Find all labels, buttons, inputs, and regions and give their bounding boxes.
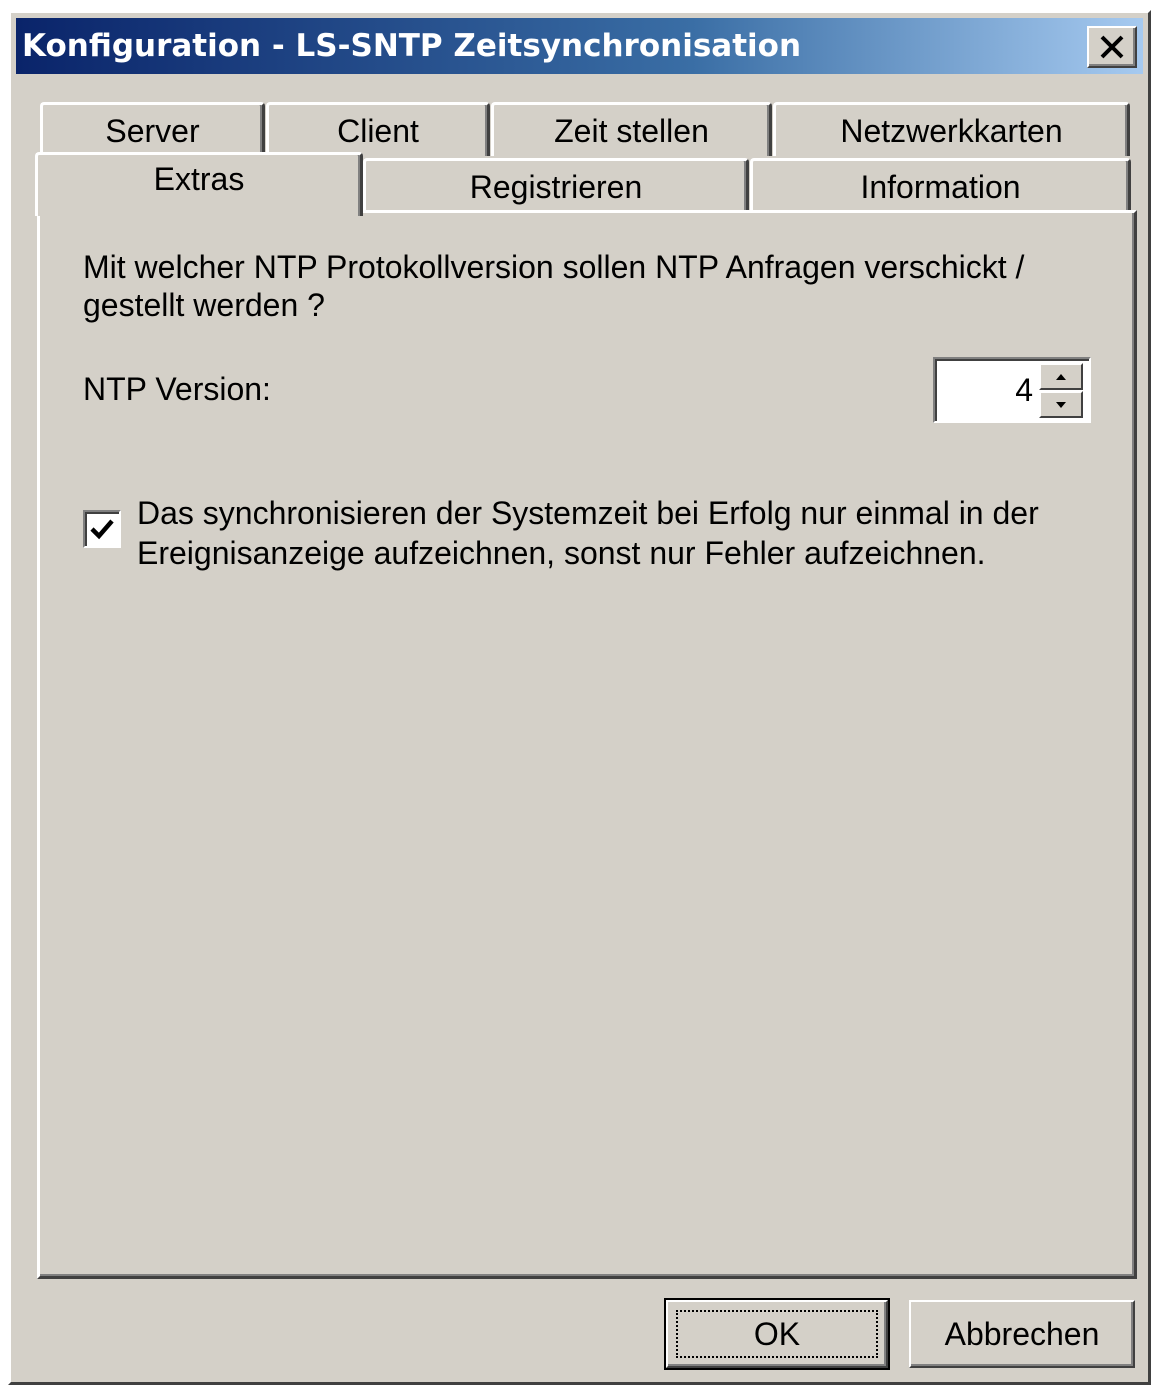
title-bar[interactable]: Konfiguration - LS-SNTP Zeitsynchronisat… bbox=[16, 18, 1143, 74]
close-button[interactable] bbox=[1087, 26, 1137, 68]
ntp-version-label: NTP Version: bbox=[83, 371, 271, 407]
ntp-version-stepper bbox=[933, 357, 1091, 423]
tab-label: Client bbox=[337, 113, 419, 149]
ntp-version-input[interactable] bbox=[939, 363, 1037, 417]
tab-client[interactable]: Client bbox=[266, 102, 490, 156]
log-once-checkbox[interactable] bbox=[83, 510, 121, 548]
checkmark-icon bbox=[90, 519, 114, 540]
tab-netzwerkkarten[interactable]: Netzwerkkarten bbox=[773, 102, 1130, 156]
tab-label: Netzwerkkarten bbox=[840, 113, 1063, 149]
tab-information[interactable]: Information bbox=[750, 158, 1131, 212]
close-icon bbox=[1100, 35, 1124, 59]
tab-label: Registrieren bbox=[469, 169, 643, 205]
tab-extras[interactable]: Extras bbox=[35, 152, 363, 216]
cancel-button-label: Abbrechen bbox=[944, 1315, 1100, 1352]
tab-label: Extras bbox=[153, 161, 245, 197]
ok-button[interactable]: OK bbox=[664, 1298, 890, 1370]
log-once-label[interactable]: Das synchronisieren der Systemzeit bei E… bbox=[137, 493, 1097, 573]
arrow-down-icon bbox=[1056, 401, 1066, 408]
spin-up-button[interactable] bbox=[1039, 363, 1083, 390]
focus-ring bbox=[676, 1310, 878, 1358]
tab-zeit-stellen[interactable]: Zeit stellen bbox=[491, 102, 772, 156]
tab-registrieren[interactable]: Registrieren bbox=[363, 158, 749, 212]
arrow-up-icon bbox=[1056, 373, 1066, 380]
tab-server[interactable]: Server bbox=[40, 102, 265, 156]
tab-label: Zeit stellen bbox=[554, 113, 709, 149]
tab-label: Server bbox=[105, 113, 200, 149]
window-title: Konfiguration - LS-SNTP Zeitsynchronisat… bbox=[22, 28, 802, 64]
ntp-question-text: Mit welcher NTP Protokollversion sollen … bbox=[83, 249, 1025, 323]
tab-panel-extras: Mit welcher NTP Protokollversion sollen … bbox=[37, 210, 1137, 1279]
cancel-button[interactable]: Abbrechen bbox=[909, 1300, 1135, 1368]
config-dialog: Konfiguration - LS-SNTP Zeitsynchronisat… bbox=[8, 10, 1151, 1385]
tab-label: Information bbox=[860, 169, 1021, 205]
spin-down-button[interactable] bbox=[1039, 391, 1083, 418]
